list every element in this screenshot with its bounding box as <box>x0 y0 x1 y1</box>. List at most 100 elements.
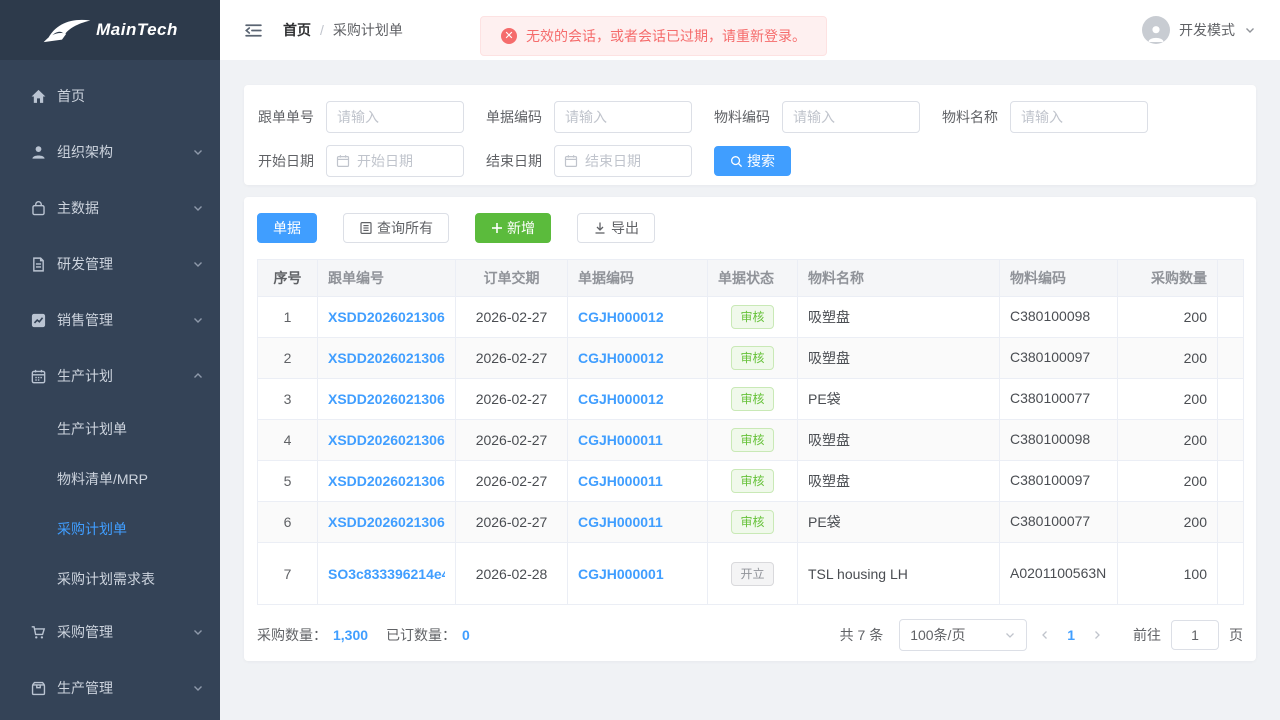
sidebar-subitem-purchase-plan-order[interactable]: 采购计划单 <box>0 504 220 554</box>
col-qty: 采购数量 <box>1118 260 1218 297</box>
cell-material: 吸塑盘 <box>798 338 1000 379</box>
docs-button[interactable]: 单据 <box>257 213 317 243</box>
cell-seq: 2 <box>258 338 318 379</box>
error-toast: ✕ 无效的会话，或者会话已过期，请重新登录。 <box>480 16 827 56</box>
doc-code-input[interactable] <box>554 101 692 133</box>
sidebar-subitem-bom-mrp[interactable]: 物料清单/MRP <box>0 454 220 504</box>
mat-name-input[interactable] <box>1010 101 1148 133</box>
cell-material: PE袋 <box>798 379 1000 420</box>
plus-icon <box>491 222 503 234</box>
sidebar-collapse-icon[interactable] <box>244 21 263 40</box>
col-mat-code: 物料编码 <box>1000 260 1118 297</box>
track-no-input[interactable] <box>326 101 464 133</box>
current-page[interactable]: 1 <box>1063 627 1079 643</box>
cell-extra <box>1218 543 1244 605</box>
breadcrumb-root[interactable]: 首页 <box>283 20 311 40</box>
sidebar-item-sales[interactable]: 销售管理 <box>0 292 220 348</box>
mat-code-input[interactable] <box>782 101 920 133</box>
doc-code-link[interactable]: CGJH000012 <box>578 350 697 366</box>
cell-qty: 200 <box>1118 502 1218 543</box>
cell-extra <box>1218 338 1244 379</box>
col-code: 单据编码 <box>568 260 708 297</box>
track-no-link[interactable]: XSDD2026021306.. <box>328 473 445 489</box>
goto-label: 前往 <box>1133 625 1161 645</box>
sidebar-item-home[interactable]: 首页 <box>0 68 220 124</box>
cell-mat-code: C380100097 <box>1000 338 1118 379</box>
chart-icon <box>30 312 47 329</box>
query-all-button[interactable]: 查询所有 <box>343 213 449 243</box>
doc-code-link[interactable]: CGJH000011 <box>578 473 697 489</box>
top-bar: 首页 / 采购计划单 ✕ 无效的会话，或者会话已过期，请重新登录。 开发模式 <box>220 0 1280 60</box>
breadcrumb-separator: / <box>320 22 324 38</box>
track-no-link[interactable]: XSDD2026021306.. <box>328 350 445 366</box>
track-no-link[interactable]: SO3c833396214e40 <box>328 566 445 582</box>
sidebar-item-rnd[interactable]: 研发管理 <box>0 236 220 292</box>
table-row: 2 XSDD2026021306.. 2026-02-27 CGJH000012… <box>258 338 1244 379</box>
sidebar-item-master-data[interactable]: 主数据 <box>0 180 220 236</box>
doc-code-link[interactable]: CGJH000001 <box>578 566 697 582</box>
status-badge: 审核 <box>731 387 773 411</box>
doc-code-link[interactable]: CGJH000012 <box>578 391 697 407</box>
track-no-link[interactable]: XSDD2026021306.. <box>328 391 445 407</box>
toolbar: 单据 查询所有 新增 导出 <box>257 213 1243 243</box>
track-no-link[interactable]: XSDD2026021306.. <box>328 309 445 325</box>
col-due: 订单交期 <box>456 260 568 297</box>
chevron-down-icon <box>192 626 204 638</box>
sidebar-subitem-production-plan-order[interactable]: 生产计划单 <box>0 404 220 454</box>
cell-due: 2026-02-27 <box>456 297 568 338</box>
end-date-placeholder: 结束日期 <box>585 151 641 171</box>
col-status: 单据状态 <box>708 260 798 297</box>
track-no-link[interactable]: XSDD2026021306.. <box>328 514 445 530</box>
page-size-select[interactable]: 100条/页 <box>899 619 1027 651</box>
cell-due: 2026-02-28 <box>456 543 568 605</box>
export-button[interactable]: 导出 <box>577 213 655 243</box>
prev-page-icon[interactable] <box>1027 629 1063 641</box>
status-badge: 审核 <box>731 469 773 493</box>
chevron-down-icon <box>192 146 204 158</box>
end-date-input[interactable]: 结束日期 <box>554 145 692 177</box>
home-icon <box>30 88 47 105</box>
doc-code-link[interactable]: CGJH000012 <box>578 309 697 325</box>
calendar-icon <box>564 154 578 168</box>
submenu-label: 采购计划单 <box>57 519 127 539</box>
submenu-label: 物料清单/MRP <box>57 469 148 489</box>
calendar-icon <box>30 368 47 385</box>
sidebar-item-label: 采购管理 <box>57 622 192 642</box>
chevron-down-icon <box>192 258 204 270</box>
status-badge: 审核 <box>731 510 773 534</box>
start-date-input[interactable]: 开始日期 <box>326 145 464 177</box>
user-mode-label: 开发模式 <box>1179 20 1235 40</box>
cell-material: 吸塑盘 <box>798 297 1000 338</box>
cell-material: TSL housing LH <box>798 543 1000 605</box>
add-button[interactable]: 新增 <box>475 213 551 243</box>
download-icon <box>593 221 607 235</box>
doc-code-link[interactable]: CGJH000011 <box>578 432 697 448</box>
table-header-row: 序号 跟单编号 订单交期 单据编码 单据状态 物料名称 物料编码 采购数量 <box>258 260 1244 297</box>
col-seq: 序号 <box>258 260 318 297</box>
next-page-icon[interactable] <box>1079 629 1115 641</box>
error-toast-message: 无效的会话，或者会话已过期，请重新登录。 <box>526 26 806 46</box>
cell-qty: 200 <box>1118 297 1218 338</box>
sidebar-item-org[interactable]: 组织架构 <box>0 124 220 180</box>
pagination: 共 7 条 100条/页 1 前往 页 <box>840 619 1243 651</box>
cell-material: 吸塑盘 <box>798 461 1000 502</box>
sidebar: MainTech 首页 组织架构 主数据 <box>0 0 220 720</box>
search-button[interactable]: 搜索 <box>714 146 791 176</box>
sidebar-item-manufacturing[interactable]: 生产管理 <box>0 660 220 716</box>
track-no-link[interactable]: XSDD2026021306.. <box>328 432 445 448</box>
user-menu[interactable]: 开发模式 <box>1142 16 1256 44</box>
calendar-icon <box>336 154 350 168</box>
logo-swoosh-icon <box>42 17 92 44</box>
chevron-down-icon <box>1004 629 1016 641</box>
breadcrumb-current: 采购计划单 <box>333 20 403 40</box>
cell-mat-code: C380100098 <box>1000 420 1118 461</box>
sidebar-item-production-plan[interactable]: 生产计划 <box>0 348 220 404</box>
sidebar-item-purchasing[interactable]: 采购管理 <box>0 604 220 660</box>
cell-seq: 5 <box>258 461 318 502</box>
chevron-up-icon <box>192 370 204 382</box>
sidebar-subitem-purchase-plan-demand[interactable]: 采购计划需求表 <box>0 554 220 604</box>
cell-material: PE袋 <box>798 502 1000 543</box>
cell-due: 2026-02-27 <box>456 420 568 461</box>
goto-page-input[interactable] <box>1171 620 1219 650</box>
doc-code-link[interactable]: CGJH000011 <box>578 514 697 530</box>
